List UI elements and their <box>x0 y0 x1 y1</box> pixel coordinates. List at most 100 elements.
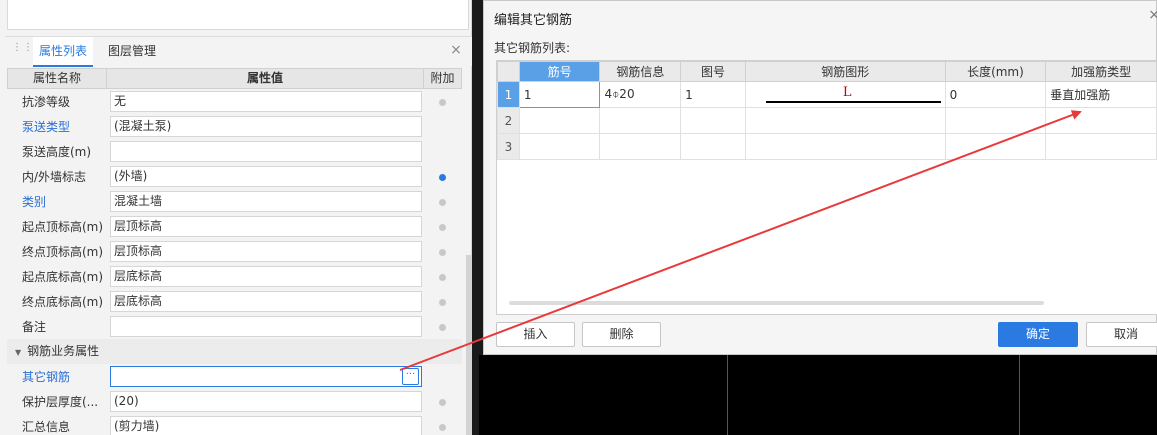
drawing-line <box>1019 355 1020 435</box>
cell-reinforce-type[interactable] <box>1045 133 1157 160</box>
cell-rebar-info[interactable] <box>599 133 682 160</box>
add-dot-icon[interactable] <box>438 323 446 331</box>
cell-length[interactable]: 0 <box>944 81 1047 108</box>
add-dot-icon[interactable] <box>438 298 446 306</box>
delete-button[interactable]: 删除 <box>582 322 661 347</box>
add-column <box>422 195 462 209</box>
rebar-table: 筋号 钢筋信息 图号 钢筋图形 长度(mm) 加强筋类型 1 1 4⌽20 1 L 0 垂直… <box>496 60 1157 315</box>
cell-rebar-shape[interactable] <box>744 133 946 160</box>
col-rebar-info[interactable]: 钢筋信息 <box>599 61 682 82</box>
col-rebar-shape[interactable]: 钢筋图形 <box>744 61 946 82</box>
property-name: 泵送高度(m) <box>22 145 92 159</box>
canvas-area <box>479 355 1157 435</box>
property-value-field[interactable]: (剪力墙) <box>110 416 422 435</box>
property-name: 备注 <box>22 320 47 334</box>
property-value-field[interactable]: ··· <box>110 366 422 387</box>
ellipsis-button[interactable]: ··· <box>402 368 419 385</box>
col-reinforce-type[interactable]: 加强筋类型 <box>1045 61 1157 82</box>
add-dot-icon[interactable] <box>438 273 446 281</box>
property-value-field[interactable] <box>110 141 422 162</box>
table-row[interactable]: 1 1 4⌽20 1 L 0 垂直加强筋 <box>497 81 1157 108</box>
cell-rebar-info[interactable] <box>599 107 682 134</box>
property-name: 泵送类型 <box>22 120 71 134</box>
col-bar-no[interactable]: 筋号 <box>518 61 601 82</box>
panel-tabs: ⋮⋮ 属性列表 图层管理 × <box>5 36 472 67</box>
horizontal-scrollbar[interactable] <box>509 301 1044 305</box>
caret-down-icon: ▼ <box>15 348 22 357</box>
add-dot-icon[interactable] <box>438 98 446 106</box>
property-name: 内/外墙标志 <box>22 170 87 184</box>
row-number[interactable]: 1 <box>497 81 520 108</box>
cell-length[interactable] <box>944 133 1047 160</box>
property-value-field[interactable] <box>110 316 422 337</box>
property-row: 终点顶标高(m) 层顶标高 <box>7 239 462 264</box>
property-row: 汇总信息 (剪力墙) <box>7 414 462 435</box>
property-row: 保护层厚度(... (20) <box>7 389 462 414</box>
property-row: 内/外墙标志 (外墙) <box>7 164 462 189</box>
insert-button[interactable]: 插入 <box>496 322 575 347</box>
shape-line <box>765 100 941 103</box>
property-value-field[interactable]: (混凝土泵) <box>110 116 422 137</box>
cell-figure-no[interactable] <box>680 133 746 160</box>
property-value-field[interactable]: 层顶标高 <box>110 241 422 262</box>
property-name: 终点顶标高(m) <box>22 245 104 259</box>
add-dot-icon[interactable] <box>438 198 446 206</box>
cell-figure-no[interactable] <box>680 107 746 134</box>
add-dot-icon[interactable] <box>438 398 446 406</box>
property-value-field[interactable]: 层顶标高 <box>110 216 422 237</box>
cancel-button[interactable]: 取消 <box>1086 322 1157 347</box>
cell-bar-no[interactable] <box>518 133 601 160</box>
property-name: 其它钢筋 <box>22 370 71 384</box>
cell-reinforce-type[interactable]: 垂直加强筋 <box>1045 81 1157 108</box>
property-panel: ⋮⋮ 属性列表 图层管理 × 属性名称 属性值 附加 抗渗等级 无泵送类型 (混凝土… <box>0 0 472 435</box>
property-row: 起点底标高(m) 层底标高 <box>7 264 462 289</box>
row-number[interactable]: 3 <box>497 133 520 160</box>
cell-rebar-shape[interactable]: L <box>744 81 946 108</box>
table-row[interactable]: 3 <box>497 133 1157 160</box>
table-row[interactable]: 2 <box>497 107 1157 134</box>
cell-bar-no[interactable] <box>518 107 601 134</box>
add-dot-icon[interactable] <box>438 223 446 231</box>
property-value-field[interactable]: (外墙) <box>110 166 422 187</box>
drag-handle-icon[interactable]: ⋮⋮ <box>12 43 33 59</box>
cell-bar-no[interactable]: 1 <box>518 81 601 108</box>
add-dot-icon[interactable] <box>438 248 446 256</box>
property-value-field[interactable]: 层底标高 <box>110 291 422 312</box>
add-column <box>422 320 462 334</box>
add-dot-icon[interactable] <box>438 423 446 431</box>
tab-layer-management[interactable]: 图层管理 <box>102 37 162 67</box>
corner-cell <box>497 61 520 82</box>
drawing-line <box>727 355 728 435</box>
list-label: 其它钢筋列表: <box>494 41 571 55</box>
col-length[interactable]: 长度(mm) <box>944 61 1047 82</box>
row-number[interactable]: 2 <box>497 107 520 134</box>
cell-rebar-info[interactable]: 4⌽20 <box>599 81 682 108</box>
cell-rebar-shape[interactable] <box>744 107 946 134</box>
tab-property-list[interactable]: 属性列表 <box>33 37 94 67</box>
property-row: 其它钢筋 ··· <box>7 364 462 389</box>
cell-reinforce-type[interactable] <box>1045 107 1157 134</box>
close-icon[interactable]: × <box>448 42 464 58</box>
cell-figure-no[interactable]: 1 <box>680 81 746 108</box>
vertical-scrollbar[interactable] <box>466 255 471 435</box>
top-input-box[interactable] <box>7 0 469 30</box>
property-value-field[interactable]: 无 <box>110 91 422 112</box>
rebar-shape-drawing: L <box>750 83 944 107</box>
property-value-field[interactable]: (20) <box>110 391 422 412</box>
property-name: 终点底标高(m) <box>22 295 104 309</box>
property-name: 保护层厚度(... <box>22 395 99 409</box>
ok-button[interactable]: 确定 <box>998 322 1078 347</box>
add-dot-active-icon[interactable] <box>438 173 446 181</box>
property-row: 泵送高度(m) <box>7 139 462 164</box>
property-value-field[interactable]: 层底标高 <box>110 266 422 287</box>
add-column <box>422 170 462 184</box>
close-icon[interactable]: × <box>1148 7 1157 23</box>
col-figure-no[interactable]: 图号 <box>680 61 746 82</box>
property-name: 汇总信息 <box>22 420 71 434</box>
add-column <box>422 295 462 309</box>
cell-length[interactable] <box>944 107 1047 134</box>
property-value-field[interactable]: 混凝土墙 <box>110 191 422 212</box>
section-rebar-business[interactable]: ▼ 钢筋业务属性 <box>7 339 462 364</box>
property-name: 起点底标高(m) <box>22 270 104 284</box>
property-row: 起点顶标高(m) 层顶标高 <box>7 214 462 239</box>
